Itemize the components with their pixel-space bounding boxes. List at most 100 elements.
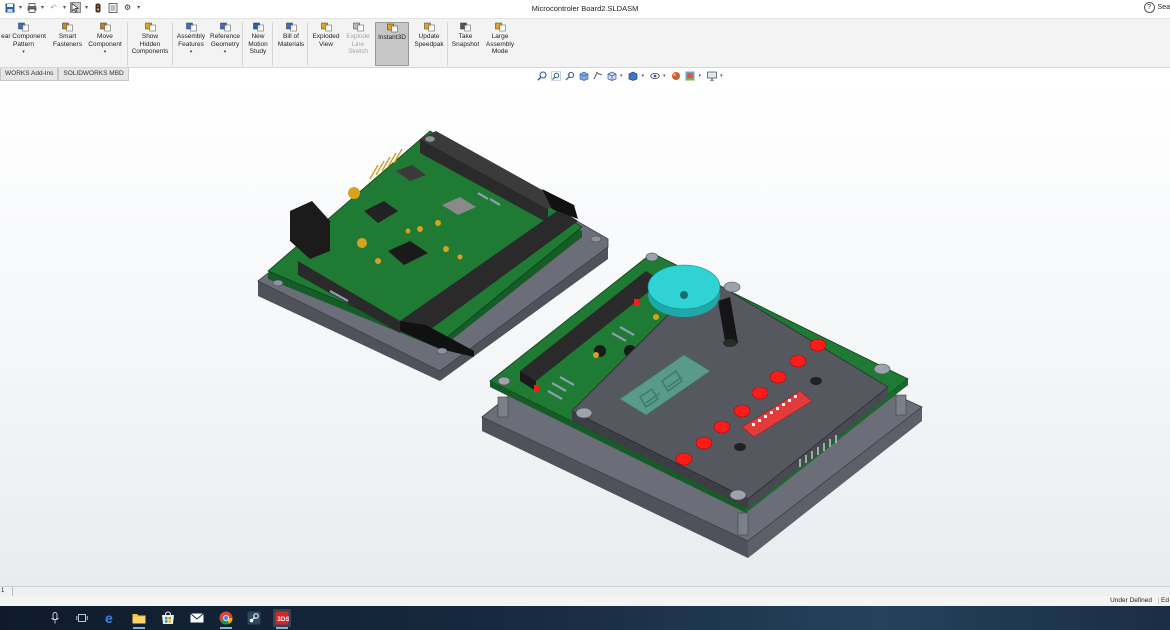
large-assembly-icon bbox=[494, 22, 506, 32]
capacitor bbox=[653, 314, 659, 320]
apply-scene-icon[interactable] bbox=[685, 71, 696, 81]
buzzer-hole bbox=[680, 291, 688, 299]
mail-icon[interactable] bbox=[188, 609, 206, 627]
svg-text:e: e bbox=[105, 611, 113, 625]
hide-show-dropdown-icon[interactable]: ▾ bbox=[663, 73, 666, 79]
bom-icon bbox=[285, 22, 297, 32]
assembly-model[interactable] bbox=[0, 81, 1170, 586]
exploded-view-button[interactable]: Exploded View bbox=[310, 22, 342, 66]
take-snapshot-button[interactable]: Take Snapshot bbox=[450, 22, 481, 66]
tab-solidworks-mbd[interactable]: SOLIDWORKS MBD bbox=[58, 68, 129, 81]
help-search[interactable]: ? Sea bbox=[1143, 2, 1170, 13]
edge-icon[interactable]: e bbox=[102, 609, 120, 627]
view-settings-dropdown-icon[interactable]: ▾ bbox=[720, 73, 723, 79]
zoom-to-fit-icon[interactable] bbox=[536, 71, 547, 81]
bill-of-materials-button[interactable]: Bill of Materials bbox=[276, 22, 306, 66]
speedpak-icon bbox=[423, 22, 435, 32]
microphone-icon[interactable] bbox=[46, 609, 64, 627]
ribbon-separator bbox=[127, 22, 128, 66]
zoom-to-area-icon[interactable] bbox=[550, 71, 561, 81]
status-led bbox=[634, 299, 639, 306]
dynamic-annotation-icon[interactable] bbox=[592, 71, 603, 81]
push-button bbox=[810, 377, 822, 385]
capacitor bbox=[435, 220, 441, 226]
section-view-icon[interactable] bbox=[578, 71, 589, 81]
task-view-icon[interactable] bbox=[73, 609, 91, 627]
move-component-button[interactable]: Move Component ▾ bbox=[86, 22, 124, 66]
update-speedpak-button[interactable]: Update Speedpak bbox=[413, 22, 445, 66]
ribbon-separator bbox=[242, 22, 243, 66]
capacitor bbox=[375, 258, 381, 264]
ribbon-separator bbox=[307, 22, 308, 66]
editing-status: Ed bbox=[1158, 597, 1170, 604]
chevron-down-icon[interactable]: ▾ bbox=[224, 49, 227, 57]
ribbon-button-label: Large Assembly Mode bbox=[485, 33, 515, 55]
ribbon-button-label: Update Speedpak bbox=[414, 33, 444, 48]
horizontal-scrollbar[interactable]: 1 bbox=[0, 586, 1170, 596]
hide-show-items-icon[interactable] bbox=[649, 71, 660, 81]
heads-up-view-toolbar: ▾ ▾ ▾ ▾ ▾ bbox=[536, 71, 725, 81]
page-indicator: 1 bbox=[0, 587, 13, 596]
solidworks-window: ▾ ▾ ↶ ▾ ▾ ⚙ ▾ Microcontroler Board2.SLDA… bbox=[0, 0, 1170, 630]
ribbon-button-label: Instant3D bbox=[378, 34, 406, 41]
solidworks-icon[interactable]: 3DS bbox=[273, 609, 291, 629]
chevron-down-icon[interactable]: ▾ bbox=[104, 49, 107, 57]
instant3d-button[interactable]: Instant3D bbox=[375, 22, 409, 66]
instant3d-icon bbox=[386, 23, 398, 33]
ribbon-button-label: Assembly Features bbox=[176, 33, 206, 48]
buzzer bbox=[647, 264, 721, 310]
definition-status: Under Defined bbox=[1110, 597, 1152, 604]
chevron-down-icon[interactable]: ▾ bbox=[190, 49, 193, 57]
previous-view-icon[interactable] bbox=[564, 71, 575, 81]
potentiometer-knob bbox=[723, 339, 737, 347]
exploded-view-icon bbox=[320, 22, 332, 32]
view-settings-icon[interactable] bbox=[706, 71, 717, 81]
explode-line-sketch-button[interactable]: Explode Line Sketch bbox=[344, 22, 372, 66]
ribbon-separator bbox=[272, 22, 273, 66]
capacitor bbox=[417, 226, 423, 232]
steam-icon[interactable] bbox=[245, 609, 263, 627]
assembly-features-icon bbox=[185, 22, 197, 32]
reference-geometry-button[interactable]: Reference Geometry ▾ bbox=[209, 22, 241, 66]
capacitor bbox=[348, 187, 360, 199]
move-component-icon bbox=[99, 22, 111, 32]
apply-scene-dropdown-icon[interactable]: ▾ bbox=[699, 73, 702, 79]
graphics-area[interactable] bbox=[0, 81, 1170, 586]
smart-fasteners-button[interactable]: Smart Fasteners bbox=[52, 22, 83, 66]
ribbon-button-label: New Motion Study bbox=[248, 33, 268, 55]
chrome-icon[interactable] bbox=[217, 609, 235, 629]
ribbon-button-label: Reference Geometry bbox=[210, 33, 240, 48]
linear-component-pattern-button[interactable]: ear Component Pattern ▾ bbox=[0, 22, 47, 66]
ribbon-button-label: Smart Fasteners bbox=[53, 33, 82, 48]
command-manager-ribbon: ear Component Pattern ▾ Smart Fasteners Mov… bbox=[0, 19, 1170, 68]
motion-study-icon bbox=[252, 22, 264, 32]
show-components-icon bbox=[144, 22, 156, 32]
store-icon[interactable] bbox=[159, 609, 177, 627]
capacitor bbox=[457, 254, 463, 260]
capacitor bbox=[593, 352, 599, 358]
show-hidden-components-button[interactable]: Show Hidden Components bbox=[131, 22, 169, 66]
title-bar: ▾ ▾ ↶ ▾ ▾ ⚙ ▾ Microcontroler Board2.SLDA… bbox=[0, 0, 1170, 19]
assembly-features-button[interactable]: Assembly Features ▾ bbox=[176, 22, 206, 66]
large-assembly-mode-button[interactable]: Large Assembly Mode bbox=[485, 22, 515, 66]
explode-sketch-icon bbox=[352, 22, 364, 32]
status-bar: Under Defined Ed bbox=[0, 596, 1170, 606]
tab-solidworks-add-ins[interactable]: WORKS Add-Ins bbox=[0, 68, 59, 81]
pattern-icon bbox=[18, 22, 29, 32]
view-orientation-dropdown-icon[interactable]: ▾ bbox=[620, 73, 623, 79]
display-style-icon[interactable] bbox=[628, 71, 639, 81]
ribbon-separator bbox=[172, 22, 173, 66]
new-motion-study-button[interactable]: New Motion Study bbox=[245, 22, 271, 66]
ribbon-button-label: Show Hidden Components bbox=[131, 33, 169, 55]
display-style-dropdown-icon[interactable]: ▾ bbox=[642, 73, 645, 79]
chevron-down-icon[interactable]: ▾ bbox=[22, 49, 25, 57]
reference-geometry-icon bbox=[219, 22, 231, 32]
edit-appearance-icon[interactable] bbox=[671, 71, 682, 81]
view-orientation-icon[interactable] bbox=[606, 71, 617, 81]
push-button bbox=[734, 443, 746, 451]
status-led bbox=[534, 385, 539, 392]
ribbon-button-label: Take Snapshot bbox=[451, 33, 480, 48]
file-explorer-icon[interactable] bbox=[130, 609, 148, 629]
help-icon[interactable]: ? bbox=[1143, 2, 1155, 13]
capacitor bbox=[443, 246, 449, 252]
